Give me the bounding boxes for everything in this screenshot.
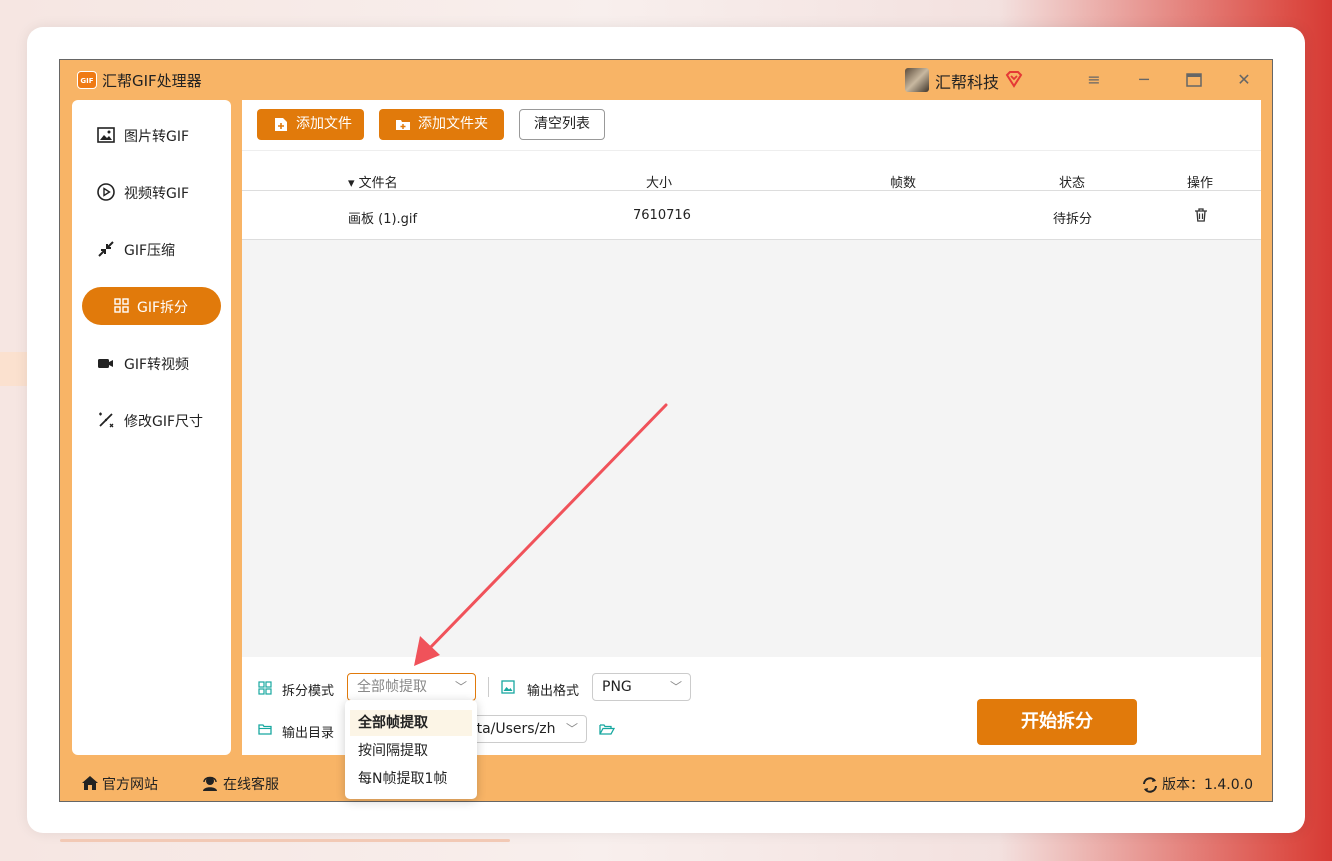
column-header-filename[interactable]: ▾ 文件名	[348, 172, 398, 191]
app-window: GIF 汇帮GIF处理器 汇帮科技 ≡ ─ ✕ 图片转GIF 视频转GIF GI…	[59, 59, 1273, 802]
output-dir-select[interactable]: ata/Users/zh ﹀	[467, 715, 587, 743]
column-header-size: 大小	[646, 176, 673, 191]
divider	[488, 677, 489, 697]
file-add-icon	[275, 118, 287, 131]
avatar[interactable]	[905, 68, 929, 92]
sidebar-item-label: 图片转GIF	[124, 129, 190, 145]
file-table: ▾ 文件名 大小 帧数 状态 操作 画板 (1).gif 7610716 待拆分	[242, 150, 1261, 240]
start-split-button[interactable]: 开始拆分	[977, 699, 1137, 745]
menu-icon[interactable]: ≡	[1081, 67, 1107, 93]
split-mode-label: 拆分模式	[282, 684, 335, 699]
background-strip	[0, 352, 30, 386]
add-folder-button[interactable]: 添加文件夹	[379, 109, 504, 140]
home-icon[interactable]	[81, 774, 99, 792]
sidebar-item-image-to-gif[interactable]: 图片转GIF	[82, 116, 221, 154]
image-icon	[501, 680, 515, 694]
sidebar-item-resize-gif[interactable]: 修改GIF尺寸	[82, 401, 221, 439]
compress-icon	[98, 241, 114, 257]
column-header-frames: 帧数	[890, 176, 917, 191]
maximize-icon[interactable]	[1181, 67, 1207, 93]
video-camera-icon	[98, 359, 113, 368]
online-support-link[interactable]: 在线客服	[223, 774, 279, 794]
close-icon[interactable]: ✕	[1231, 67, 1257, 93]
sidebar: 图片转GIF 视频转GIF GIF压缩 GIF拆分 GIF转视频 修改GIF尺寸	[72, 100, 231, 755]
image-icon	[97, 127, 115, 143]
toolbar: 添加文件 添加文件夹 清空列表	[242, 100, 1261, 150]
output-format-label: 输出格式	[527, 684, 580, 699]
version-text: 版本：1.4.0.0	[1162, 777, 1253, 793]
official-website-link[interactable]: 官方网站	[102, 774, 158, 794]
title-bar: GIF 汇帮GIF处理器 汇帮科技 ≡ ─ ✕	[60, 60, 1272, 100]
chevron-down-icon: ﹀	[454, 680, 467, 694]
split-mode-dropdown: 全部帧提取 按间隔提取 每N帧提取1帧	[345, 700, 477, 799]
minimize-icon[interactable]: ─	[1131, 67, 1157, 93]
sidebar-item-gif-to-video[interactable]: GIF转视频	[82, 344, 221, 382]
sidebar-item-gif-compress[interactable]: GIF压缩	[82, 230, 221, 268]
folder-open-icon[interactable]	[599, 722, 615, 736]
grid-icon	[258, 681, 272, 695]
cell-size: 7610716	[633, 208, 691, 223]
dropdown-option-interval[interactable]: 按间隔提取	[350, 738, 472, 764]
cell-status: 待拆分	[1053, 212, 1093, 227]
sidebar-item-video-to-gif[interactable]: 视频转GIF	[82, 173, 221, 211]
cell-filename: 画板 (1).gif	[348, 212, 418, 227]
sidebar-item-gif-split[interactable]: GIF拆分	[82, 287, 221, 325]
decorative-line	[60, 839, 510, 842]
play-icon	[97, 183, 115, 201]
sidebar-item-label: 视频转GIF	[124, 186, 190, 202]
sidebar-item-label: GIF压缩	[124, 243, 176, 259]
column-header-status: 状态	[1059, 176, 1086, 191]
chevron-down-icon: ﹀	[669, 680, 682, 694]
dropdown-option-all-frames[interactable]: 全部帧提取	[350, 710, 472, 736]
output-format-select[interactable]: PNG ﹀	[592, 673, 691, 701]
sidebar-item-label: GIF拆分	[137, 300, 189, 316]
dropdown-option-every-n[interactable]: 每N帧提取1帧	[350, 766, 472, 792]
main-content: 添加文件 添加文件夹 清空列表 ▾ 文件名 大小 帧数 状态 操作 画板 (1)…	[242, 100, 1261, 755]
grid-icon	[114, 298, 129, 313]
add-file-button[interactable]: 添加文件	[257, 109, 364, 140]
output-dir-label: 输出目录	[282, 726, 335, 741]
sidebar-item-label: GIF转视频	[124, 357, 190, 373]
column-header-actions: 操作	[1187, 176, 1214, 191]
support-icon[interactable]	[201, 774, 219, 792]
clear-list-button[interactable]: 清空列表	[519, 109, 605, 140]
folder-add-icon	[396, 120, 410, 130]
resize-icon	[99, 412, 114, 428]
split-mode-select[interactable]: 全部帧提取 ﹀	[347, 673, 476, 701]
username[interactable]: 汇帮科技	[935, 69, 999, 93]
chevron-down-icon: ﹀	[565, 722, 578, 736]
refresh-icon[interactable]	[1141, 776, 1159, 794]
app-logo-icon: GIF	[77, 71, 97, 89]
sidebar-item-label: 修改GIF尺寸	[124, 414, 204, 430]
folder-icon	[258, 724, 272, 735]
trash-icon[interactable]	[1194, 208, 1208, 222]
divider	[242, 190, 1261, 191]
app-title: 汇帮GIF处理器	[102, 72, 202, 90]
vip-diamond-icon[interactable]	[1004, 69, 1024, 89]
